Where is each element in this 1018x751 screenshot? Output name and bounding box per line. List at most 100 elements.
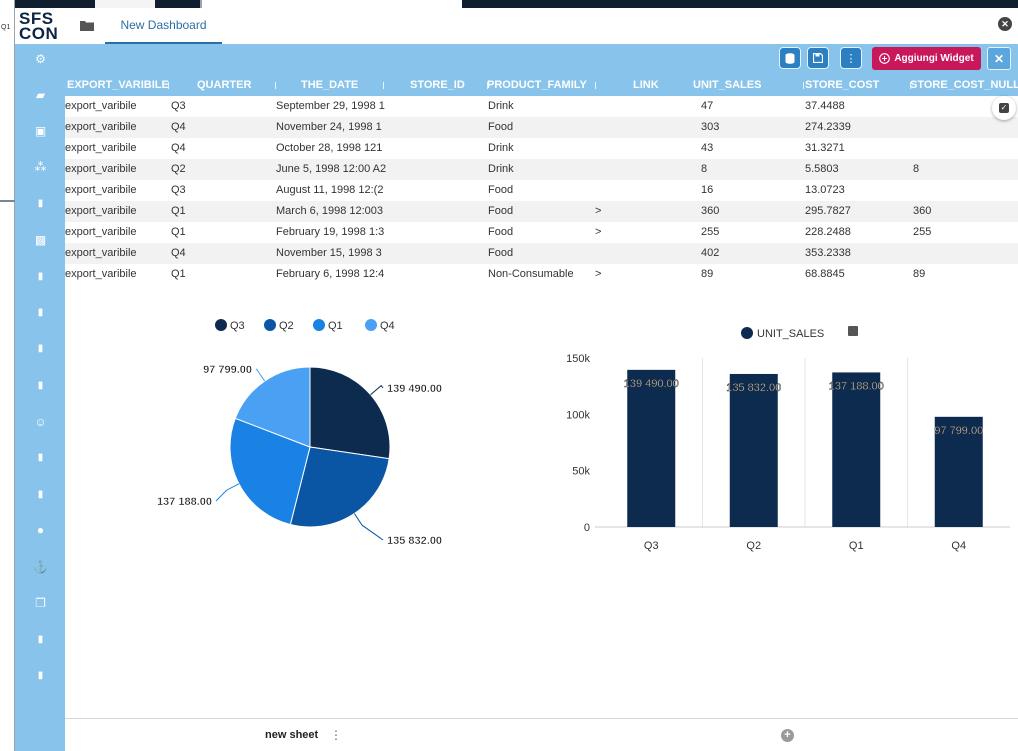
table-cell: export_varibile bbox=[65, 163, 137, 175]
document-icon[interactable]: ▮ bbox=[34, 633, 47, 646]
data-label: 139 490.00 bbox=[624, 378, 679, 390]
table-row[interactable]: export_varibile Q3 September 29, 1998 1 Dri… bbox=[65, 96, 1018, 117]
column-resizer[interactable] bbox=[595, 82, 596, 89]
table-cell: Food bbox=[488, 121, 514, 133]
save-button[interactable] bbox=[807, 47, 829, 69]
close-edit-button[interactable]: ✕ bbox=[987, 47, 1011, 70]
column-resizer[interactable] bbox=[275, 82, 276, 89]
pie-slice[interactable] bbox=[309, 366, 391, 460]
table-cell bbox=[410, 264, 484, 284]
table-row[interactable]: export_varibile Q4 November 15, 1998 3 Food… bbox=[65, 243, 1018, 264]
table-cell: 255 bbox=[913, 226, 932, 238]
legend-marker[interactable] bbox=[741, 327, 753, 339]
column-header[interactable]: PRODUCT_FAMILY bbox=[487, 74, 587, 96]
sidebar: ⚙ ▰ ▣ ⁂ ▮ ▩ ▮ ▮ ▮ ▮ ☺ ▮ ▮ ● ⚓ ❐ ▮ ▮ bbox=[15, 44, 65, 751]
pie-chart-widget: Q3 Q2 Q1 Q4 139 490.00 135 832.00 137 188.00 97… bbox=[65, 308, 535, 568]
bar-chart-widget: UNIT_SALES 0 50k 100k 150k 139 490.00 Q3 135 83… bbox=[535, 308, 1018, 568]
tab-new-dashboard[interactable]: New Dashboard bbox=[105, 8, 222, 44]
legend-label[interactable]: Q1 bbox=[328, 320, 343, 332]
legend-label[interactable]: Q3 bbox=[230, 320, 245, 332]
y-tick-label: 100k bbox=[566, 409, 590, 421]
sfscon-logo: SFS CON bbox=[15, 8, 65, 44]
add-widget-button[interactable]: Aggiungi Widget bbox=[872, 47, 981, 70]
widget-select-toggle[interactable]: ✓ bbox=[992, 96, 1016, 120]
legend-label[interactable]: Q4 bbox=[380, 320, 395, 332]
checkbox-icon[interactable] bbox=[848, 326, 858, 336]
table-row[interactable]: export_varibile Q1 February 19, 1998 1:3 Fo… bbox=[65, 222, 1018, 243]
table-row[interactable]: export_varibile Q1 February 6, 1998 12:4 No… bbox=[65, 264, 1018, 284]
legend-label[interactable]: Q2 bbox=[279, 320, 294, 332]
table-cell: Q4 bbox=[171, 247, 186, 259]
table-cell: Q1 bbox=[171, 205, 186, 217]
document-icon[interactable]: ▮ bbox=[34, 197, 47, 210]
pie-chart: Q3 Q2 Q1 Q4 139 490.00 135 832.00 137 188.00 97… bbox=[157, 319, 442, 547]
folder-tab[interactable] bbox=[73, 14, 101, 36]
layers-icon[interactable]: ❐ bbox=[34, 596, 47, 610]
table-cell: October 28, 1998 121 bbox=[276, 142, 383, 154]
table-cell: export_varibile bbox=[65, 226, 137, 238]
sheet-menu-icon[interactable]: ⋮ bbox=[330, 729, 342, 741]
close-icon[interactable]: ✕ bbox=[998, 17, 1012, 31]
table-row[interactable]: export_varibile Q3 August 11, 1998 12:(2 Fo… bbox=[65, 180, 1018, 201]
column-header[interactable]: LINK bbox=[633, 74, 659, 96]
database-icon bbox=[785, 52, 795, 64]
column-header[interactable]: EXPORT_VARIBILE bbox=[67, 74, 169, 96]
column-header[interactable]: STORE_COST_NULL bbox=[910, 74, 1018, 96]
apple-icon[interactable]: ● bbox=[34, 523, 47, 537]
network-icon[interactable]: ⁂ bbox=[34, 160, 47, 174]
column-header[interactable]: UNIT_SALES bbox=[693, 74, 761, 96]
briefcase-icon[interactable]: ▣ bbox=[34, 124, 47, 138]
column-header[interactable]: THE_DATE bbox=[301, 74, 358, 96]
table-widget: EXPORT_VARIBILE QUARTER THE_DATE STORE_ID PR… bbox=[65, 74, 1018, 284]
column-resizer[interactable] bbox=[910, 82, 911, 89]
sheet-tab-label[interactable]: new sheet bbox=[265, 719, 318, 751]
smiley-icon[interactable]: ☺ bbox=[34, 415, 47, 429]
datasource-button[interactable] bbox=[779, 47, 801, 69]
background-panel bbox=[95, 0, 155, 8]
table-cell: export_varibile bbox=[65, 100, 137, 112]
folder-open-icon[interactable]: ▰ bbox=[34, 88, 47, 102]
background-top-bar bbox=[15, 0, 1018, 8]
legend-marker[interactable] bbox=[264, 319, 276, 331]
document-icon[interactable]: ▮ bbox=[34, 270, 47, 283]
image-icon[interactable]: ▩ bbox=[34, 233, 47, 247]
column-resizer[interactable] bbox=[168, 82, 169, 89]
x-tick-label: Q2 bbox=[746, 540, 761, 552]
column-header[interactable]: STORE_COST bbox=[805, 74, 879, 96]
gear-icon[interactable]: ⚙ bbox=[34, 52, 47, 66]
table-row[interactable]: export_varibile Q4 October 28, 1998 121 Dri… bbox=[65, 138, 1018, 159]
table-cell: September 29, 1998 1 bbox=[276, 100, 385, 112]
more-options-button[interactable]: ⋮ bbox=[840, 47, 862, 69]
document-icon[interactable]: ▮ bbox=[34, 379, 47, 392]
table-cell: 228.2488 bbox=[805, 226, 851, 238]
legend-marker[interactable] bbox=[313, 319, 325, 331]
column-header[interactable]: STORE_ID bbox=[410, 74, 465, 96]
y-tick-label: 150k bbox=[566, 353, 590, 365]
legend-label[interactable]: UNIT_SALES bbox=[757, 328, 824, 340]
document-icon[interactable]: ▮ bbox=[34, 488, 47, 501]
bar[interactable] bbox=[627, 369, 676, 527]
column-header[interactable]: QUARTER bbox=[197, 74, 251, 96]
document-icon[interactable]: ▮ bbox=[34, 451, 47, 464]
document-icon[interactable]: ▮ bbox=[34, 669, 47, 682]
document-icon[interactable]: ▮ bbox=[34, 306, 47, 319]
table-cell bbox=[595, 96, 697, 117]
column-resizer[interactable] bbox=[383, 82, 384, 89]
table-cell bbox=[410, 222, 484, 243]
document-icon[interactable]: ▮ bbox=[34, 342, 47, 355]
table-cell: Non-Consumable bbox=[488, 268, 574, 280]
legend-marker[interactable] bbox=[215, 319, 227, 331]
column-resizer[interactable] bbox=[702, 82, 703, 89]
legend-marker[interactable] bbox=[365, 319, 377, 331]
table-cell: Q2 bbox=[171, 163, 186, 175]
anchor-icon[interactable]: ⚓ bbox=[33, 560, 48, 574]
table-row[interactable]: export_varibile Q2 June 5, 1998 12:00 A2 Dr… bbox=[65, 159, 1018, 180]
add-sheet-icon[interactable]: + bbox=[781, 729, 794, 742]
bar[interactable] bbox=[729, 373, 778, 527]
bar[interactable] bbox=[832, 372, 881, 527]
table-row[interactable]: export_varibile Q4 November 24, 1998 1 Food… bbox=[65, 117, 1018, 138]
column-resizer[interactable] bbox=[487, 82, 488, 89]
table-row[interactable]: export_varibile Q1 March 6, 1998 12:003 Foo… bbox=[65, 201, 1018, 222]
x-tick-label: Q1 bbox=[849, 540, 864, 552]
column-resizer[interactable] bbox=[803, 82, 804, 89]
